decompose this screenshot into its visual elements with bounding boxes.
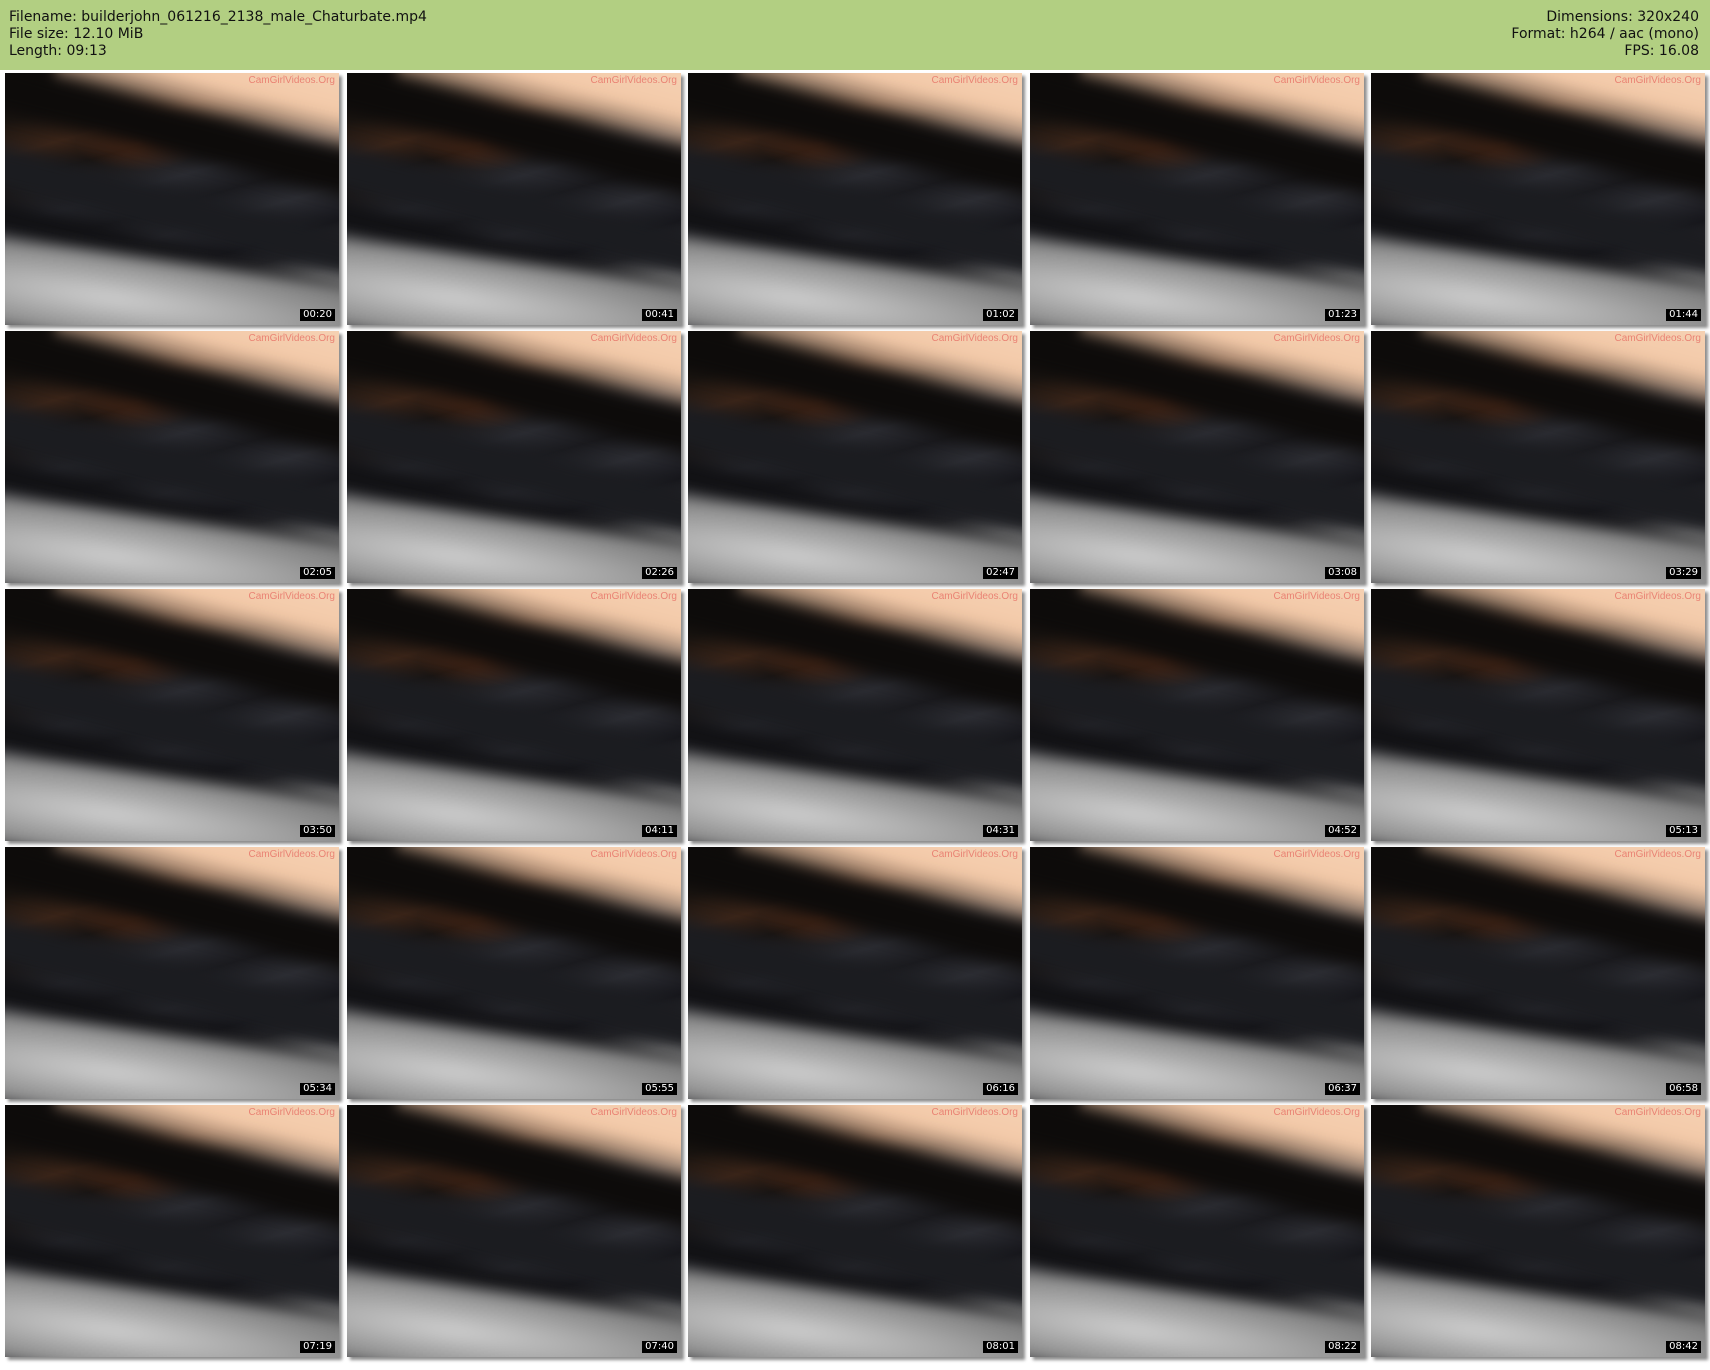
timestamp-badge: 00:41 — [642, 309, 677, 321]
watermark: CamGirlVideos.Org — [1273, 333, 1360, 344]
timestamp-badge: 08:22 — [1325, 1341, 1360, 1353]
video-thumbnail[interactable]: CamGirlVideos.Org 03:29 — [1371, 331, 1705, 583]
timestamp-badge: 03:29 — [1666, 567, 1701, 579]
timestamp-badge: 02:05 — [300, 567, 335, 579]
watermark: CamGirlVideos.Org — [1614, 333, 1701, 344]
watermark: CamGirlVideos.Org — [590, 849, 677, 860]
length-label: Length: 09:13 — [9, 43, 107, 59]
timestamp-badge: 05:13 — [1666, 825, 1701, 837]
video-thumbnail[interactable]: CamGirlVideos.Org 00:41 — [347, 73, 681, 325]
video-thumbnail[interactable]: CamGirlVideos.Org 01:44 — [1371, 73, 1705, 325]
timestamp-badge: 05:55 — [642, 1083, 677, 1095]
watermark: CamGirlVideos.Org — [1614, 75, 1701, 86]
timestamp-badge: 07:40 — [642, 1341, 677, 1353]
timestamp-badge: 04:31 — [983, 825, 1018, 837]
video-thumbnail[interactable]: CamGirlVideos.Org 03:50 — [5, 589, 339, 841]
video-thumbnail[interactable]: CamGirlVideos.Org 08:01 — [688, 1105, 1022, 1357]
watermark: CamGirlVideos.Org — [590, 75, 677, 86]
video-thumbnail[interactable]: CamGirlVideos.Org 04:11 — [347, 589, 681, 841]
video-thumbnail[interactable]: CamGirlVideos.Org 02:47 — [688, 331, 1022, 583]
format-label: Format: h264 / aac (mono) — [1511, 26, 1699, 42]
timestamp-badge: 00:20 — [300, 309, 335, 321]
video-thumbnail[interactable]: CamGirlVideos.Org 08:22 — [1030, 1105, 1364, 1357]
watermark: CamGirlVideos.Org — [931, 75, 1018, 86]
video-thumbnail[interactable]: CamGirlVideos.Org 04:52 — [1030, 589, 1364, 841]
timestamp-badge: 04:11 — [642, 825, 677, 837]
timestamp-badge: 04:52 — [1325, 825, 1360, 837]
watermark: CamGirlVideos.Org — [1614, 849, 1701, 860]
filename-label: Filename: builderjohn_061216_2138_male_C… — [9, 9, 427, 25]
watermark: CamGirlVideos.Org — [931, 591, 1018, 602]
video-thumbnail[interactable]: CamGirlVideos.Org 07:40 — [347, 1105, 681, 1357]
timestamp-badge: 08:01 — [983, 1341, 1018, 1353]
fps-label: FPS: 16.08 — [1624, 43, 1699, 59]
watermark: CamGirlVideos.Org — [590, 591, 677, 602]
video-thumbnail[interactable]: CamGirlVideos.Org 07:19 — [5, 1105, 339, 1357]
video-thumbnail[interactable]: CamGirlVideos.Org 05:34 — [5, 847, 339, 1099]
video-thumbnail[interactable]: CamGirlVideos.Org 06:16 — [688, 847, 1022, 1099]
file-info-right: Dimensions: 320x240 Format: h264 / aac (… — [1511, 9, 1699, 60]
file-info-left: Filename: builderjohn_061216_2138_male_C… — [9, 9, 427, 60]
video-thumbnail[interactable]: CamGirlVideos.Org 04:31 — [688, 589, 1022, 841]
timestamp-badge: 03:08 — [1325, 567, 1360, 579]
filesize-label: File size: 12.10 MiB — [9, 26, 144, 42]
timestamp-badge: 01:44 — [1666, 309, 1701, 321]
dimensions-label: Dimensions: 320x240 — [1546, 9, 1699, 25]
video-thumbnail[interactable]: CamGirlVideos.Org 08:42 — [1371, 1105, 1705, 1357]
watermark: CamGirlVideos.Org — [248, 75, 335, 86]
timestamp-badge: 02:26 — [642, 567, 677, 579]
video-thumbnail[interactable]: CamGirlVideos.Org 03:08 — [1030, 331, 1364, 583]
timestamp-badge: 02:47 — [983, 567, 1018, 579]
watermark: CamGirlVideos.Org — [931, 849, 1018, 860]
watermark: CamGirlVideos.Org — [248, 333, 335, 344]
timestamp-badge: 06:16 — [983, 1083, 1018, 1095]
timestamp-badge: 07:19 — [300, 1341, 335, 1353]
info-header: Filename: builderjohn_061216_2138_male_C… — [0, 0, 1710, 70]
timestamp-badge: 06:37 — [1325, 1083, 1360, 1095]
timestamp-badge: 01:23 — [1325, 309, 1360, 321]
watermark: CamGirlVideos.Org — [590, 1107, 677, 1118]
watermark: CamGirlVideos.Org — [931, 333, 1018, 344]
video-thumbnail[interactable]: CamGirlVideos.Org 01:02 — [688, 73, 1022, 325]
timestamp-badge: 08:42 — [1666, 1341, 1701, 1353]
watermark: CamGirlVideos.Org — [931, 1107, 1018, 1118]
thumbnail-grid: CamGirlVideos.Org 00:20 CamGirlVideos.Org 0… — [0, 70, 1710, 1370]
video-thumbnail[interactable]: CamGirlVideos.Org 02:05 — [5, 331, 339, 583]
watermark: CamGirlVideos.Org — [1273, 1107, 1360, 1118]
video-thumbnail[interactable]: CamGirlVideos.Org 06:37 — [1030, 847, 1364, 1099]
watermark: CamGirlVideos.Org — [1273, 591, 1360, 602]
timestamp-badge: 06:58 — [1666, 1083, 1701, 1095]
video-thumbnail[interactable]: CamGirlVideos.Org 06:58 — [1371, 847, 1705, 1099]
video-thumbnail[interactable]: CamGirlVideos.Org 02:26 — [347, 331, 681, 583]
timestamp-badge: 05:34 — [300, 1083, 335, 1095]
video-thumbnail[interactable]: CamGirlVideos.Org 05:13 — [1371, 589, 1705, 841]
video-thumbnail[interactable]: CamGirlVideos.Org 05:55 — [347, 847, 681, 1099]
video-thumbnail[interactable]: CamGirlVideos.Org 01:23 — [1030, 73, 1364, 325]
timestamp-badge: 03:50 — [300, 825, 335, 837]
watermark: CamGirlVideos.Org — [248, 849, 335, 860]
timestamp-badge: 01:02 — [983, 309, 1018, 321]
watermark: CamGirlVideos.Org — [248, 591, 335, 602]
video-thumbnail[interactable]: CamGirlVideos.Org 00:20 — [5, 73, 339, 325]
watermark: CamGirlVideos.Org — [1614, 1107, 1701, 1118]
watermark: CamGirlVideos.Org — [590, 333, 677, 344]
watermark: CamGirlVideos.Org — [1273, 75, 1360, 86]
watermark: CamGirlVideos.Org — [248, 1107, 335, 1118]
watermark: CamGirlVideos.Org — [1614, 591, 1701, 602]
watermark: CamGirlVideos.Org — [1273, 849, 1360, 860]
